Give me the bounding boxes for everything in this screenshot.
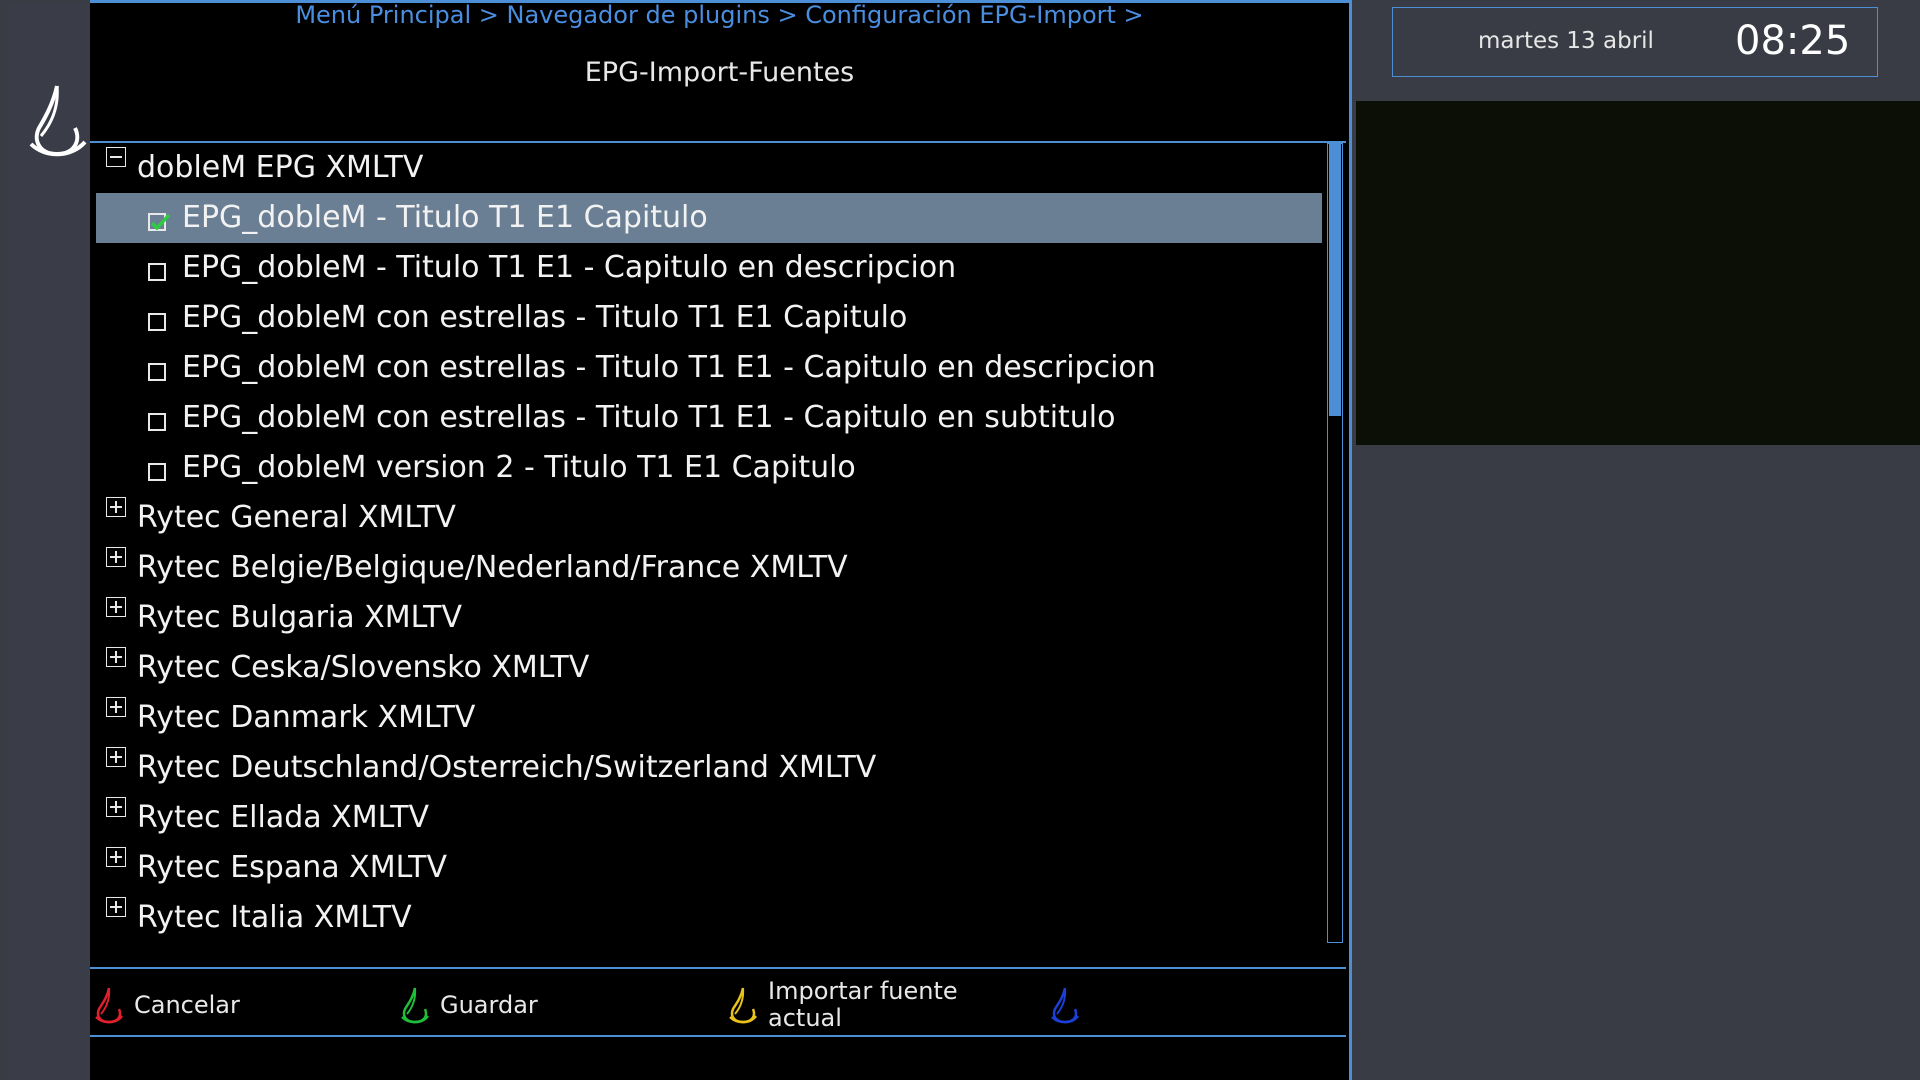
source-group[interactable]: Rytec Danmark XMLTV: [96, 693, 1322, 743]
row-label: Rytec Espana XMLTV: [137, 850, 448, 885]
app-logo-icon: [29, 85, 87, 157]
expand-icon[interactable]: [106, 797, 126, 817]
source-item[interactable]: EPG_dobleM con estrellas - Titulo T1 E1 …: [96, 393, 1322, 443]
expand-icon[interactable]: [106, 847, 126, 867]
source-group[interactable]: Rytec Ceska/Slovensko XMLTV: [96, 643, 1322, 693]
source-group[interactable]: Rytec Italia XMLTV: [96, 893, 1322, 943]
scrollbar-thumb[interactable]: [1329, 144, 1341, 416]
expand-icon[interactable]: [106, 497, 126, 517]
logo-strip: [8, 4, 90, 1080]
row-label: Rytec Ceska/Slovensko XMLTV: [137, 650, 590, 685]
row-label: Rytec Ellada XMLTV: [137, 800, 430, 835]
checkbox-checked-icon[interactable]: [148, 213, 171, 231]
keybar-divider-bottom: [90, 1035, 1346, 1037]
source-group[interactable]: Rytec Espana XMLTV: [96, 843, 1322, 893]
breadcrumb: Menú Principal > Navegador de plugins > …: [295, 1, 1144, 29]
row-label: Rytec Bulgaria XMLTV: [137, 600, 463, 635]
checkbox-icon[interactable]: [148, 313, 166, 331]
row-label: EPG_dobleM con estrellas - Titulo T1 E1 …: [182, 400, 1116, 435]
checkbox-icon[interactable]: [148, 463, 166, 481]
row-label: Rytec Italia XMLTV: [137, 900, 412, 935]
source-item[interactable]: EPG_dobleM con estrellas - Titulo T1 E1 …: [96, 343, 1322, 393]
tv-preview: [1356, 101, 1920, 445]
source-group[interactable]: Rytec Ellada XMLTV: [96, 793, 1322, 843]
red-key-icon: [95, 987, 123, 1024]
clock-panel: martes 13 abril 08:25: [1392, 7, 1878, 77]
time-display: 08:25: [1735, 18, 1851, 64]
row-label: EPG_dobleM - Titulo T1 E1 Capitulo: [182, 200, 708, 235]
row-label: Rytec Belgie/Belgique/Nederland/France X…: [137, 550, 848, 585]
source-group[interactable]: dobleM EPG XMLTV: [96, 143, 1322, 193]
cancel-label: Cancelar: [134, 990, 240, 1019]
expand-icon[interactable]: [106, 597, 126, 617]
keybar-divider-top: [90, 967, 1346, 969]
expand-icon[interactable]: [106, 897, 126, 917]
yellow-key-icon: [729, 987, 757, 1024]
main-panel: Menú Principal > Navegador de plugins > …: [90, 0, 1352, 1080]
collapse-icon[interactable]: [106, 147, 126, 167]
blue-key[interactable]: [1050, 983, 1090, 1027]
red-key-cancel[interactable]: Cancelar: [94, 983, 240, 1027]
source-group[interactable]: Rytec Deutschland/Osterreich/Switzerland…: [96, 743, 1322, 793]
row-label: EPG_dobleM version 2 - Titulo T1 E1 Capi…: [182, 450, 856, 485]
checkbox-icon[interactable]: [148, 413, 166, 431]
source-list[interactable]: dobleM EPG XMLTV EPG_dobleM - Titulo T1 E…: [96, 143, 1322, 943]
checkbox-icon[interactable]: [148, 263, 166, 281]
scrollbar[interactable]: [1327, 143, 1343, 943]
row-label: Rytec General XMLTV: [137, 500, 456, 535]
row-label: dobleM EPG XMLTV: [137, 150, 424, 185]
page-title: EPG-Import-Fuentes: [584, 57, 855, 88]
expand-icon[interactable]: [106, 747, 126, 767]
expand-icon[interactable]: [106, 697, 126, 717]
expand-icon[interactable]: [106, 647, 126, 667]
source-item[interactable]: EPG_dobleM - Titulo T1 E1 - Capitulo en …: [96, 243, 1322, 293]
row-label: EPG_dobleM con estrellas - Titulo T1 E1 …: [182, 350, 1156, 385]
save-label: Guardar: [440, 990, 538, 1019]
source-item[interactable]: EPG_dobleM - Titulo T1 E1 Capitulo: [96, 193, 1322, 243]
source-item[interactable]: EPG_dobleM con estrellas - Titulo T1 E1 …: [96, 293, 1322, 343]
source-group[interactable]: Rytec General XMLTV: [96, 493, 1322, 543]
checkbox-icon[interactable]: [148, 363, 166, 381]
import-label-line1: Importar fuente: [768, 977, 958, 1005]
row-label: EPG_dobleM - Titulo T1 E1 - Capitulo en …: [182, 250, 957, 285]
import-label: Importar fuente actual: [768, 978, 958, 1032]
date-display: martes 13 abril: [1478, 28, 1654, 54]
green-key-icon: [401, 987, 429, 1024]
source-item[interactable]: EPG_dobleM version 2 - Titulo T1 E1 Capi…: [96, 443, 1322, 493]
source-group[interactable]: Rytec Belgie/Belgique/Nederland/France X…: [96, 543, 1322, 593]
source-group[interactable]: Rytec Bulgaria XMLTV: [96, 593, 1322, 643]
import-label-line2: actual: [768, 1004, 842, 1032]
row-label: Rytec Deutschland/Osterreich/Switzerland…: [137, 750, 877, 785]
green-key-save[interactable]: Guardar: [400, 983, 538, 1027]
expand-icon[interactable]: [106, 547, 126, 567]
row-label: Rytec Danmark XMLTV: [137, 700, 476, 735]
blue-key-icon: [1051, 987, 1079, 1024]
row-label: EPG_dobleM con estrellas - Titulo T1 E1 …: [182, 300, 908, 335]
yellow-key-import[interactable]: Importar fuente actual: [728, 977, 958, 1033]
